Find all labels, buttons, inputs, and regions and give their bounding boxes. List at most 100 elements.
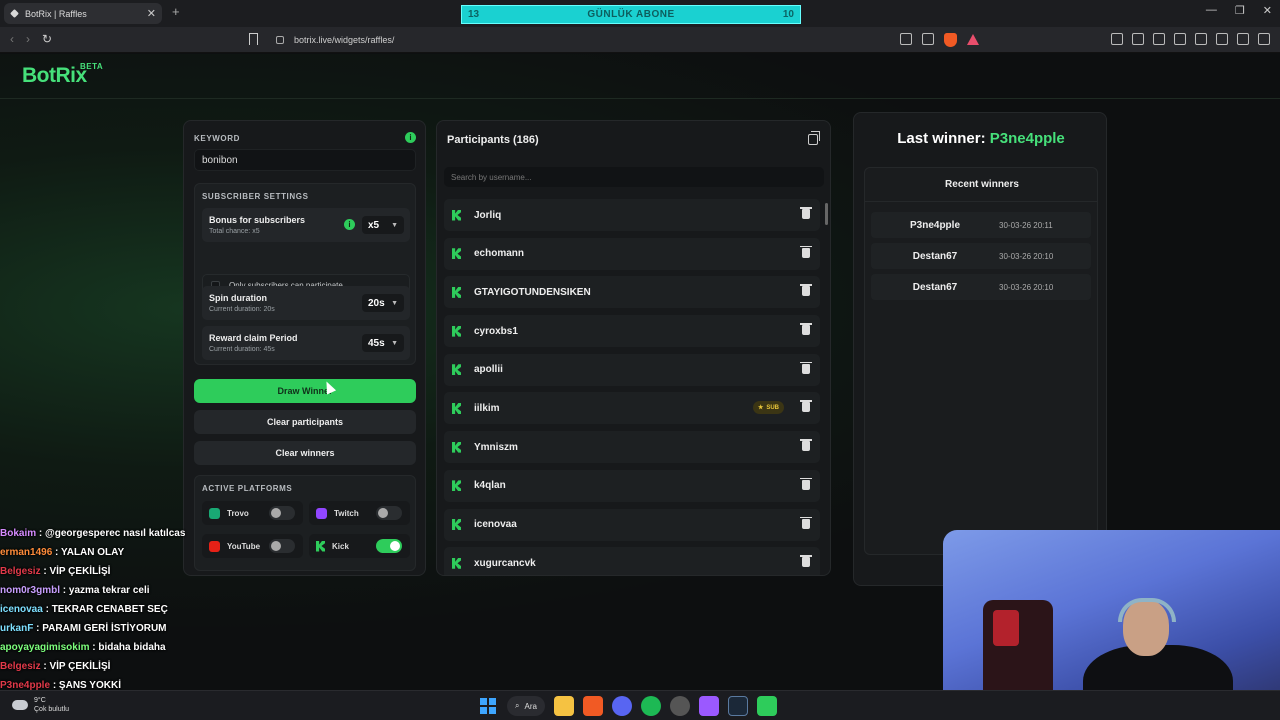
- kick-toggle[interactable]: [376, 539, 402, 553]
- platform-trovo: Trovo: [202, 501, 303, 525]
- menu-icon[interactable]: [1258, 33, 1270, 45]
- winner-name: Destan67: [912, 250, 958, 262]
- search-icon: ⌕: [515, 701, 520, 710]
- browser-tab[interactable]: BotRix | Raffles ✕: [4, 3, 162, 24]
- steam-icon[interactable]: [727, 696, 748, 716]
- participant-row: GTAYIGOTUNDENSIKEN: [444, 276, 820, 309]
- platform-name: Kick: [332, 541, 349, 551]
- clear-winners-button[interactable]: Clear winners: [194, 441, 416, 465]
- delete-participant-icon[interactable]: [800, 207, 812, 219]
- list-scrollbar[interactable]: [825, 203, 828, 225]
- delete-participant-icon[interactable]: [800, 439, 812, 452]
- botrix-logo[interactable]: BotRix BETA: [22, 62, 103, 88]
- minimize-icon[interactable]: —: [1206, 4, 1217, 17]
- chat-text: : VİP ÇEKİLİŞİ: [43, 661, 111, 672]
- reward-select[interactable]: 45s ▼: [362, 334, 404, 352]
- wallet-icon[interactable]: [1195, 33, 1207, 45]
- app-icon[interactable]: [669, 696, 690, 716]
- restore-icon[interactable]: ❐: [1235, 4, 1245, 17]
- url-field[interactable]: botrix.live/widgets/raffles/: [270, 31, 990, 49]
- delete-participant-icon[interactable]: [800, 284, 812, 297]
- discord-icon[interactable]: [611, 696, 632, 716]
- trovo-toggle[interactable]: [269, 506, 295, 520]
- chat-message: nom0r3gmbl : yazma tekrar celi: [0, 581, 200, 600]
- taskbar-search-label: Ara: [524, 701, 537, 711]
- chevron-down-icon: ▼: [391, 299, 398, 307]
- taskbar-icons: ⌕ Ara: [478, 696, 777, 716]
- participant-row: cyroxbs1: [444, 315, 820, 348]
- reward-value: 45s: [368, 337, 385, 349]
- participant-search-input[interactable]: Search by username...: [444, 167, 824, 187]
- logo-text: BotRix: [22, 64, 87, 87]
- delete-participant-icon[interactable]: [800, 555, 812, 568]
- copy-icon[interactable]: [808, 131, 820, 145]
- youtube-toggle[interactable]: [269, 539, 295, 553]
- chat-text: : YALAN OLAY: [55, 547, 125, 558]
- new-tab-icon[interactable]: +: [172, 4, 180, 19]
- bonus-info-icon[interactable]: i: [344, 219, 355, 230]
- cloud-icon: [12, 700, 28, 710]
- delete-participant-icon[interactable]: [800, 245, 812, 258]
- draw-winner-button[interactable]: Draw Winner: [194, 379, 416, 403]
- delete-participant-icon[interactable]: [800, 323, 812, 336]
- screenshot-icon[interactable]: [1132, 33, 1144, 45]
- extensions-icon[interactable]: [1111, 33, 1123, 45]
- close-tab-icon[interactable]: ✕: [147, 7, 156, 20]
- spotify-icon[interactable]: [640, 696, 661, 716]
- back-icon[interactable]: ‹: [10, 32, 14, 46]
- window-controls: — ❐ ✕: [1206, 4, 1272, 17]
- sidebar-icon[interactable]: [1174, 33, 1186, 45]
- taskbar-search[interactable]: ⌕ Ara: [507, 696, 545, 716]
- platform-name: YouTube: [227, 541, 261, 551]
- last-winner-name: P3ne4pple: [989, 130, 1065, 147]
- bonus-select[interactable]: x5 ▼: [362, 216, 404, 234]
- spin-select[interactable]: 20s ▼: [362, 294, 404, 312]
- kick-icon: [452, 519, 461, 530]
- chat-message: urkanF : PARAMI GERİ İSTİYORUM: [0, 619, 200, 638]
- brave-browser-icon[interactable]: [582, 696, 603, 716]
- vpn-icon[interactable]: [1237, 33, 1249, 45]
- chevron-down-icon: ▼: [391, 339, 398, 347]
- chat-user: nom0r3gmbl: [0, 585, 61, 596]
- delete-participant-icon[interactable]: [800, 400, 812, 413]
- windows-start-icon[interactable]: [480, 698, 496, 714]
- participant-name: xugurcancvk: [474, 557, 536, 569]
- sub-badge: ★ SUB: [752, 401, 784, 415]
- reload-icon[interactable]: ↻: [42, 32, 52, 46]
- leo-ai-icon[interactable]: [1216, 33, 1228, 45]
- participant-row: k4qlan: [444, 469, 820, 502]
- obs-icon[interactable]: [698, 696, 719, 716]
- delete-participant-icon[interactable]: [800, 477, 812, 490]
- delete-participant-icon[interactable]: [800, 361, 812, 374]
- reward-title: Reward claim Period: [209, 333, 298, 343]
- weather-widget[interactable]: 9°C Çok bulutlu: [12, 696, 69, 714]
- clear-participants-button[interactable]: Clear participants: [194, 410, 416, 434]
- reward-subtitle: Current duration: 45s: [209, 346, 275, 353]
- forward-icon[interactable]: ›: [26, 32, 30, 46]
- brave-shields-icon[interactable]: [944, 33, 957, 47]
- file-explorer-icon[interactable]: [553, 696, 574, 716]
- kick-icon: [452, 402, 461, 414]
- spin-duration-setting: Spin duration Current duration: 20s 20s …: [202, 286, 410, 320]
- delete-participant-icon[interactable]: [800, 516, 812, 529]
- share-icon[interactable]: [922, 33, 934, 45]
- header-divider: [0, 98, 1280, 99]
- close-window-icon[interactable]: ✕: [1263, 4, 1272, 17]
- chat-user: erman1496: [0, 547, 53, 558]
- participant-row: Jorliq: [444, 199, 820, 231]
- translate-icon[interactable]: [900, 33, 912, 45]
- kick-icon: [452, 248, 461, 260]
- twitch-toggle[interactable]: [376, 506, 402, 520]
- keyword-input[interactable]: bonibon: [194, 149, 416, 171]
- brave-rewards-icon[interactable]: [967, 34, 979, 45]
- media-icon[interactable]: [1153, 33, 1165, 45]
- bookmark-icon[interactable]: [249, 33, 258, 45]
- recent-winner-row: Destan67 30-03-26 20:10: [871, 243, 1091, 269]
- site-info-icon[interactable]: [276, 36, 284, 44]
- url-text: botrix.live/widgets/raffles/: [294, 35, 395, 45]
- participant-row: iilkim ★ SUB: [444, 392, 820, 425]
- kick-icon: [452, 209, 461, 221]
- chat-user: Bokaim: [0, 528, 37, 539]
- keyword-info-icon[interactable]: i: [405, 132, 416, 143]
- kick-app-icon[interactable]: [756, 696, 777, 716]
